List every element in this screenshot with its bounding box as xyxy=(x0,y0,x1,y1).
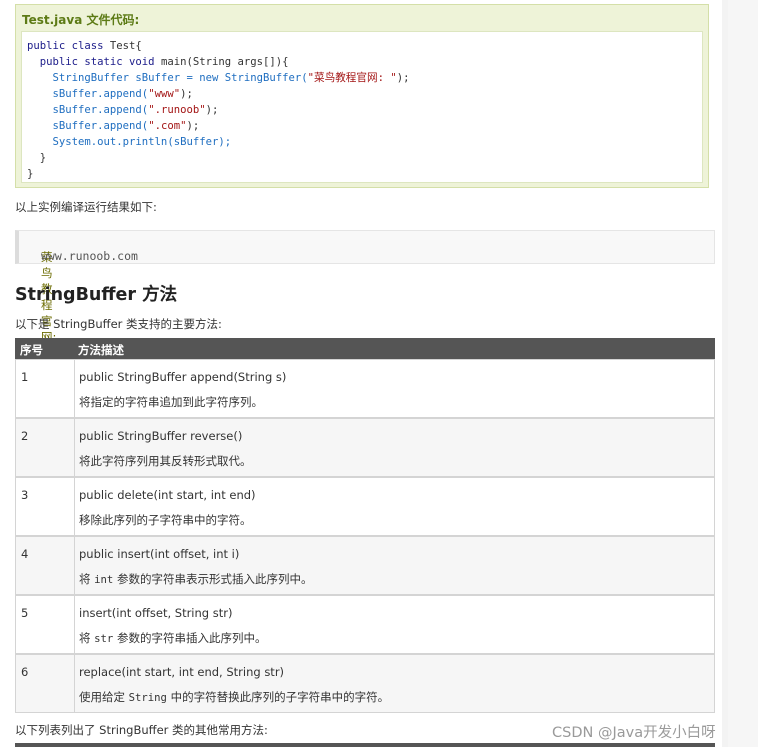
other-methods-intro-text: 以下列表列出了 StringBuffer 类的其他常用方法: xyxy=(15,723,268,737)
row-number: 2 xyxy=(21,429,29,443)
method-signature: public insert(int offset, int i) xyxy=(79,547,240,561)
code-block[interactable]: public class Test{ public static void ma… xyxy=(21,31,703,183)
column-divider xyxy=(74,360,75,417)
row-number: 3 xyxy=(21,488,29,502)
method-description: 将 int 参数的字符串表示形式插入此序列中。 xyxy=(79,572,313,586)
result-output-box: 菜鸟教程官网: www.runoob.com xyxy=(15,230,715,344)
column-divider xyxy=(74,478,75,535)
watermark: CSDN @Java开发小白呀 xyxy=(552,725,716,741)
method-description: 将 str 参数的字符串插入此序列中。 xyxy=(79,631,267,645)
column-divider xyxy=(74,537,75,594)
table-row: 6 replace(int start, int end, String str… xyxy=(15,654,715,713)
section-intro-text: 以下是 StringBuffer 类支持的主要方法: xyxy=(15,317,222,331)
method-description: 使用给定 String 中的字符替换此序列的子字符串中的字符。 xyxy=(79,690,390,704)
page-scroll-gutter[interactable] xyxy=(728,0,758,747)
code-example-title: Test.java 文件代码: xyxy=(22,13,140,27)
row-number: 6 xyxy=(21,665,29,679)
row-number: 5 xyxy=(21,606,29,620)
table-row: 4 public insert(int offset, int i) 将 int… xyxy=(15,536,715,595)
table-row: 3 public delete(int start, int end) 移除此序… xyxy=(15,477,715,536)
table-row: 2 public StringBuffer reverse() 将此字符序列用其… xyxy=(15,418,715,477)
method-description: 将指定的字符串追加到此字符序列。 xyxy=(79,395,263,409)
row-number: 4 xyxy=(21,547,29,561)
method-signature: public delete(int start, int end) xyxy=(79,488,256,502)
method-signature: replace(int start, int end, String str) xyxy=(79,665,285,679)
method-signature: public StringBuffer reverse() xyxy=(79,429,243,443)
result-intro-text: 以上实例编译运行结果如下: xyxy=(15,200,157,214)
column-header-description: 方法描述 xyxy=(78,343,124,357)
next-table-header-edge xyxy=(15,743,715,747)
method-description: 移除此序列的子字符串中的字符。 xyxy=(79,513,252,527)
methods-table-header: 序号 方法描述 xyxy=(15,338,715,359)
column-header-number: 序号 xyxy=(20,343,43,357)
column-divider xyxy=(74,596,75,653)
article-content: Test.java 文件代码: public class Test{ publi… xyxy=(0,0,722,747)
method-description: 将此字符序列用其反转形式取代。 xyxy=(79,454,252,468)
table-row: 5 insert(int offset, String str) 将 str 参… xyxy=(15,595,715,654)
code-text: public class Test{ public static void ma… xyxy=(27,40,410,180)
column-divider xyxy=(74,655,75,712)
column-divider xyxy=(74,419,75,476)
table-row: 1 public StringBuffer append(String s) 将… xyxy=(15,359,715,418)
code-example-box: Test.java 文件代码: public class Test{ publi… xyxy=(15,4,709,188)
method-signature: insert(int offset, String str) xyxy=(79,606,233,620)
section-heading: StringBuffer 方法 xyxy=(15,285,178,305)
row-number: 1 xyxy=(21,370,29,384)
method-signature: public StringBuffer append(String s) xyxy=(79,370,287,384)
